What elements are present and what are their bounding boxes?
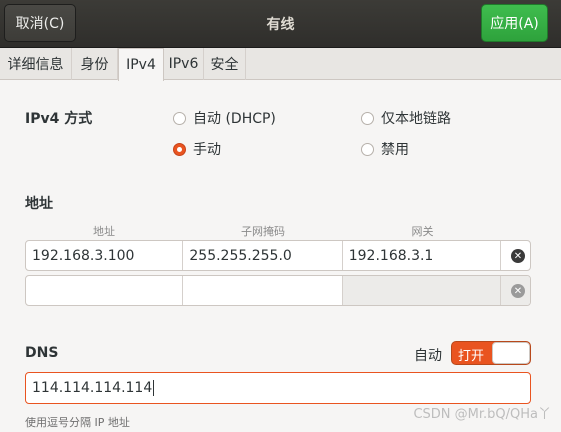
- address-field[interactable]: [26, 276, 184, 305]
- tab-details[interactable]: 详细信息: [0, 48, 72, 80]
- tab-ipv6[interactable]: IPv6: [164, 48, 204, 80]
- dns-auto-toggle[interactable]: 打开: [451, 341, 531, 365]
- radio-label: 禁用: [381, 142, 409, 158]
- radio-indicator: [361, 111, 374, 125]
- radio-disabled[interactable]: 禁用: [361, 139, 409, 159]
- dns-value: 114.114.114.114: [32, 380, 153, 396]
- dns-hint: 使用逗号分隔 IP 地址: [25, 416, 130, 429]
- apply-button[interactable]: 应用(A): [481, 4, 548, 42]
- watermark: CSDN @Mr.bQ/QHa丫: [413, 407, 551, 422]
- delete-row-icon[interactable]: ✕: [511, 284, 525, 298]
- tab-identity[interactable]: 身份: [72, 48, 118, 80]
- dns-auto-label: 自动: [414, 348, 442, 364]
- radio-indicator: [173, 142, 186, 156]
- column-header-address: 地址: [93, 225, 115, 238]
- netmask-field[interactable]: 255.255.255.0: [183, 241, 343, 270]
- netmask-field[interactable]: [183, 276, 343, 305]
- address-row: 192.168.3.100 255.255.255.0 192.168.3.1: [25, 240, 531, 271]
- dns-input[interactable]: 114.114.114.114: [25, 372, 531, 404]
- dns-label: DNS: [25, 345, 59, 361]
- radio-auto-dhcp[interactable]: 自动 (DHCP): [173, 108, 276, 128]
- radio-manual[interactable]: 手动: [173, 139, 221, 159]
- toggle-knob: [492, 342, 530, 364]
- radio-link-local[interactable]: 仅本地链路: [361, 108, 451, 128]
- radio-label: 自动 (DHCP): [193, 111, 276, 127]
- address-row: [25, 275, 531, 306]
- column-header-netmask: 子网掩码: [241, 225, 285, 238]
- radio-label: 手动: [193, 142, 221, 158]
- addresses-label: 地址: [25, 196, 53, 212]
- radio-label: 仅本地链路: [381, 111, 451, 127]
- gateway-field[interactable]: 192.168.3.1: [343, 241, 502, 270]
- column-header-gateway: 网关: [411, 225, 434, 238]
- address-field[interactable]: 192.168.3.100: [26, 241, 184, 270]
- tab-bar: 详细信息 身份 IPv4 IPv6 安全: [0, 48, 561, 81]
- delete-row-icon[interactable]: ✕: [511, 249, 525, 263]
- toggle-on-text: 打开: [458, 349, 485, 364]
- gateway-field[interactable]: [342, 276, 502, 305]
- tab-security[interactable]: 安全: [204, 48, 246, 80]
- radio-indicator: [173, 111, 186, 125]
- header-bar: 取消(C) 有线 应用(A): [0, 0, 561, 48]
- radio-indicator: [361, 142, 374, 156]
- text-caret: [153, 380, 155, 396]
- ipv4-method-label: IPv4 方式: [25, 111, 93, 127]
- tab-ipv4[interactable]: IPv4: [118, 48, 164, 81]
- dialog-title: 有线: [266, 17, 295, 33]
